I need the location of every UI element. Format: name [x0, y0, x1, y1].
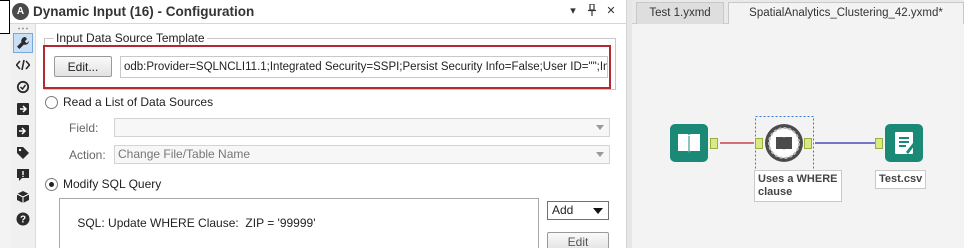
tab-spatial-analytics[interactable]: SpatialAnalytics_Clustering_42.yxmd* — [728, 2, 964, 24]
action-label: Action: — [69, 148, 106, 162]
tab-bar: Test 1.yxmd SpatialAnalytics_Clustering_… — [632, 0, 964, 24]
field-label: Field: — [69, 121, 99, 135]
pin-icon-glyph — [588, 3, 596, 16]
workflow-area: Test 1.yxmd SpatialAnalytics_Clustering_… — [632, 0, 964, 248]
output-tool[interactable] — [885, 124, 923, 162]
modify-sql-label[interactable]: Modify SQL Query — [63, 177, 161, 191]
output-file-icon — [895, 132, 915, 154]
read-list-label[interactable]: Read a List of Data Sources — [63, 95, 213, 109]
add-dropdown-value: Add — [552, 203, 574, 217]
chevron-down-icon — [596, 152, 604, 157]
cube-icon[interactable] — [13, 187, 33, 207]
modify-sql-radio[interactable] — [45, 178, 58, 191]
book-icon — [678, 134, 700, 153]
chevron-down-icon — [596, 125, 604, 130]
workflow-canvas[interactable]: Uses a WHERE clause Test.csv — [632, 24, 964, 248]
panel-title: Dynamic Input (16) - Configuration — [33, 4, 255, 19]
grip-icon[interactable] — [17, 27, 29, 30]
output-icon[interactable] — [13, 99, 33, 119]
read-list-radio[interactable] — [45, 96, 58, 109]
edit-template-button[interactable]: Edit... — [54, 56, 112, 77]
close-icon[interactable]: ✕ — [604, 4, 618, 18]
alteryx-logo-icon: A — [12, 3, 29, 20]
pin-icon[interactable] — [585, 3, 599, 18]
sql-query-list[interactable]: SQL: Update WHERE Clause: ZIP = '99999' — [59, 198, 539, 248]
gear-check-icon[interactable] — [13, 77, 33, 97]
sql-query-item[interactable]: SQL: Update WHERE Clause: ZIP = '99999' — [77, 216, 315, 230]
action-select[interactable]: Change File/Table Name — [114, 145, 610, 164]
tab-test-1[interactable]: Test 1.yxmd — [636, 2, 724, 24]
add-dropdown[interactable]: Add — [547, 201, 609, 220]
window-frame — [0, 0, 10, 34]
edit-query-button[interactable]: Edit — [547, 232, 609, 248]
output-anchor[interactable] — [804, 138, 812, 149]
action-select-value: Change File/Table Name — [118, 147, 251, 161]
svg-text:?: ? — [20, 215, 26, 226]
configuration-header: A Dynamic Input (16) - Configuration ▾ ✕ — [10, 0, 626, 24]
dynamic-input-annotation: Uses a WHERE clause — [754, 170, 842, 202]
tag-icon[interactable] — [13, 143, 33, 163]
configuration-toolstrip: ? — [10, 24, 36, 248]
wrench-icon[interactable] — [13, 33, 33, 53]
input-tool[interactable] — [670, 124, 708, 162]
code-icon[interactable] — [13, 55, 33, 75]
chevron-down-icon — [593, 208, 603, 214]
dynamic-input-icon — [768, 127, 800, 159]
output-annotation: Test.csv — [875, 170, 927, 189]
input-anchor[interactable] — [875, 138, 883, 149]
field-select[interactable] — [114, 118, 610, 137]
chevron-down-icon[interactable]: ▾ — [566, 4, 580, 18]
input-anchor[interactable] — [755, 138, 763, 149]
dynamic-input-tool[interactable] — [765, 124, 803, 162]
chat-alert-icon[interactable] — [13, 165, 33, 185]
input-arrow-icon[interactable] — [13, 121, 33, 141]
template-group-label: Input Data Source Template — [54, 31, 207, 45]
output-anchor[interactable] — [710, 138, 718, 149]
help-icon[interactable]: ? — [13, 209, 33, 229]
configuration-content: Input Data Source Template Edit... odb:P… — [36, 24, 626, 248]
connection-string-field[interactable]: odb:Provider=SQLNCLI11.1;Integrated Secu… — [120, 56, 608, 78]
